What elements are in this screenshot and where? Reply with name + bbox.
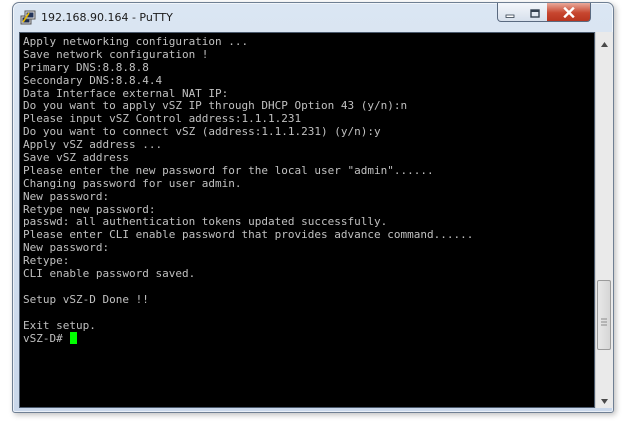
scroll-down-button[interactable] bbox=[596, 390, 613, 407]
scroll-thumb[interactable] bbox=[597, 279, 611, 350]
putty-terminal-icon[interactable] bbox=[20, 10, 36, 26]
terminal-line: Setup vSZ-D Done !! bbox=[23, 292, 149, 306]
terminal-line: Primary DNS:8.8.8.8 bbox=[23, 60, 149, 74]
terminal-prompt-line: vSZ-D# bbox=[23, 332, 583, 345]
terminal-line: Save vSZ address bbox=[23, 151, 129, 165]
maximize-button[interactable] bbox=[522, 3, 548, 22]
putty-window: 192.168.90.164 - PuTTY Apply networking … bbox=[12, 2, 614, 413]
terminal-text-area: Apply networking configuration ... Save n… bbox=[23, 35, 583, 345]
grip-icon bbox=[601, 311, 607, 325]
window-title: 192.168.90.164 - PuTTY bbox=[41, 11, 173, 24]
arrow-up-icon bbox=[601, 32, 608, 51]
close-icon bbox=[562, 3, 575, 22]
terminal-line: New password: bbox=[23, 241, 110, 255]
terminal-line: Exit setup. bbox=[23, 318, 96, 332]
close-button[interactable] bbox=[547, 3, 591, 22]
vertical-scrollbar[interactable] bbox=[595, 32, 613, 408]
terminal-line: Save network configuration ! bbox=[23, 47, 209, 61]
maximize-icon bbox=[529, 3, 540, 22]
minimize-icon bbox=[505, 3, 515, 22]
text-cursor bbox=[70, 332, 78, 345]
terminal-output[interactable]: Apply networking configuration ... Save n… bbox=[19, 32, 595, 408]
terminal-line: Changing password for user admin. bbox=[23, 176, 242, 190]
terminal-line: New password: bbox=[23, 189, 110, 203]
scroll-up-button[interactable] bbox=[596, 33, 613, 50]
terminal-line: Apply networking configuration ... bbox=[23, 35, 249, 48]
minimize-button[interactable] bbox=[497, 3, 523, 22]
terminal-line: Secondary DNS:8.8.4.4 bbox=[23, 73, 163, 87]
title-bar[interactable]: 192.168.90.164 - PuTTY bbox=[13, 3, 613, 33]
terminal-line: CLI enable password saved. bbox=[23, 267, 196, 281]
terminal-line: Please enter the new password for the lo… bbox=[23, 163, 434, 177]
shell-prompt: vSZ-D# bbox=[23, 332, 70, 346]
arrow-down-icon bbox=[601, 389, 608, 408]
